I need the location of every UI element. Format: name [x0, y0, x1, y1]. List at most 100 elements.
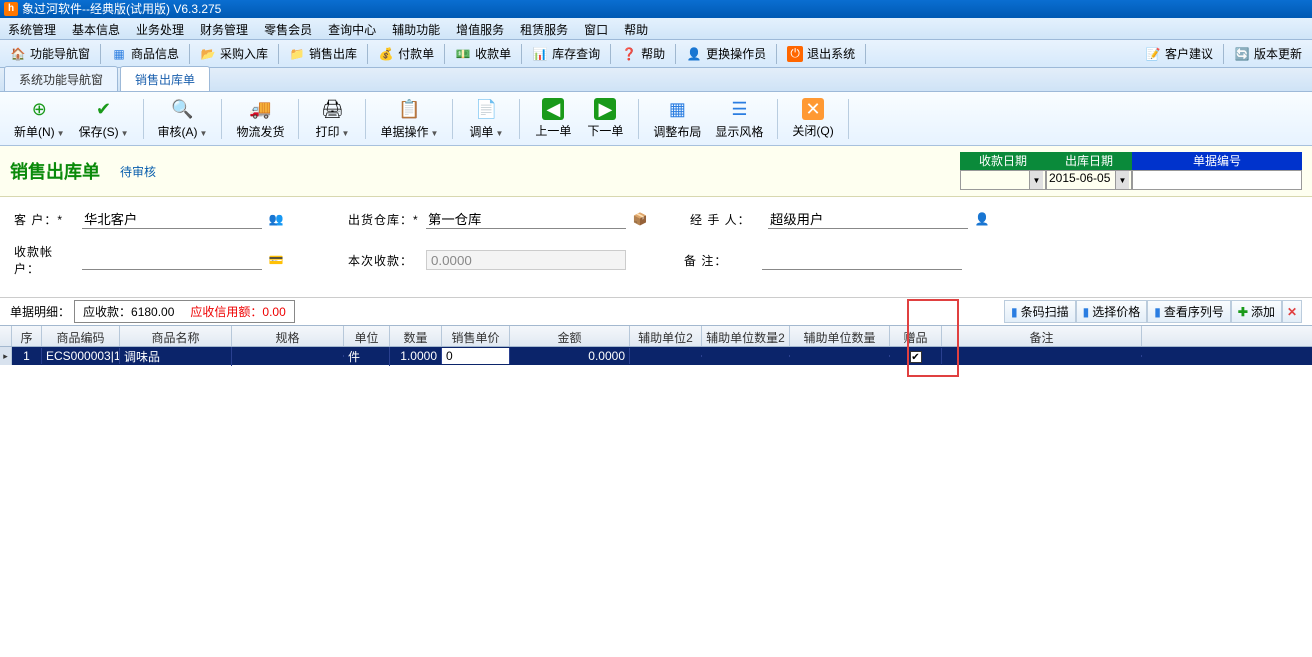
menu-window[interactable]: 窗口: [576, 18, 616, 39]
update-button[interactable]: 🔄 版本更新: [1228, 43, 1308, 64]
ship-button[interactable]: 🚚 物流发货: [230, 95, 290, 143]
col-amount[interactable]: 金额: [510, 326, 630, 346]
col-gift[interactable]: 赠品: [890, 326, 942, 346]
print-button[interactable]: 🖨 打印▼: [307, 95, 357, 143]
cell-remark[interactable]: [942, 355, 1142, 357]
col-spec[interactable]: 规格: [232, 326, 344, 346]
next-bill-button[interactable]: ▶ 下一单: [580, 95, 630, 143]
cell-unit[interactable]: 件: [344, 347, 390, 366]
detail-bar: 单据明细： 应收款：6180.00 应收信用额：0.00 ▮ 条码扫描 ▮ 选择…: [0, 297, 1312, 325]
goods-info-button[interactable]: ▦ 商品信息: [105, 43, 185, 64]
remark-input[interactable]: [762, 250, 962, 270]
tab-sales-out[interactable]: 销售出库单: [120, 66, 210, 91]
col-seq[interactable]: 序号: [12, 326, 42, 346]
warehouse-picker-icon[interactable]: 📦: [632, 211, 648, 227]
menu-finance[interactable]: 财务管理: [192, 18, 256, 39]
price-icon: ▮: [1083, 305, 1090, 319]
dropdown-button[interactable]: ▼: [1029, 171, 1043, 189]
separator: [452, 99, 453, 139]
menu-retail[interactable]: 零售会员: [256, 18, 320, 39]
col-auxqty2[interactable]: 辅助单位数量2: [702, 326, 790, 346]
warehouse-input[interactable]: [426, 209, 626, 229]
customer-input[interactable]: [82, 209, 262, 229]
list-icon: ▮: [1154, 305, 1161, 319]
amount-box: 应收款：6180.00 应收信用额：0.00: [74, 300, 295, 323]
cell-amount[interactable]: 0.0000: [510, 348, 630, 364]
switch-user-button[interactable]: 👤 更换操作员: [680, 43, 772, 64]
help-button[interactable]: ❓ 帮助: [615, 43, 671, 64]
col-unit[interactable]: 单位: [344, 326, 390, 346]
barcode-scan-button[interactable]: ▮ 条码扫描: [1004, 300, 1076, 323]
save-label: 保存(S): [79, 125, 119, 139]
view-serial-button[interactable]: ▮ 查看序列号: [1147, 300, 1231, 323]
billno-input[interactable]: [1132, 170, 1302, 190]
payment-button[interactable]: 💰 付款单: [372, 43, 440, 64]
inventory-button[interactable]: 📊 库存查询: [526, 43, 606, 64]
suggest-button[interactable]: 📝 客户建议: [1139, 43, 1219, 64]
billop-button[interactable]: 📋 单据操作▼: [374, 95, 444, 143]
save-button[interactable]: ✔ 保存(S)▼: [73, 95, 135, 143]
separator: [143, 99, 144, 139]
chevron-down-icon: ▼: [121, 129, 129, 138]
exit-button[interactable]: ⏻ 退出系统: [781, 43, 861, 64]
folder-in-icon: 📂: [200, 46, 216, 62]
cell-auxqty2[interactable]: [702, 355, 790, 357]
close-button[interactable]: ✕ 关闭(Q): [786, 95, 839, 143]
style-button[interactable]: ☰ 显示风格: [709, 95, 769, 143]
menu-basic[interactable]: 基本信息: [64, 18, 128, 39]
separator: [638, 99, 639, 139]
thisreceipt-input[interactable]: [426, 250, 626, 270]
col-code[interactable]: 商品编码: [42, 326, 120, 346]
col-name[interactable]: 商品名称: [120, 326, 232, 346]
form-area: 客 户：* 👥 出货仓库：* 📦 经 手 人： 👤 收款帐户： 💳 本次收款： …: [0, 197, 1312, 297]
row-handle[interactable]: ▸: [0, 347, 12, 365]
document-icon: 📋: [397, 97, 421, 121]
transfer-button[interactable]: 📄 调单▼: [461, 95, 511, 143]
cell-name[interactable]: 调味品: [120, 347, 232, 366]
menu-aux[interactable]: 辅助功能: [384, 18, 448, 39]
separator: [444, 44, 445, 64]
sales-button[interactable]: 📁 销售出库: [283, 43, 363, 64]
cell-spec[interactable]: [232, 355, 344, 357]
select-price-button[interactable]: ▮ 选择价格: [1076, 300, 1148, 323]
table-row[interactable]: ▸ 1 ECS000003|1 调味品 件 1.0000 0 0.0000 ✔: [0, 347, 1312, 365]
col-qty[interactable]: 数量: [390, 326, 442, 346]
document-header: 销售出库单 待审核 收款日期 ▼ 出库日期 2015-06-05 ▼ 单据编号: [0, 146, 1312, 197]
handler-input[interactable]: [768, 209, 968, 229]
menu-query[interactable]: 查询中心: [320, 18, 384, 39]
receipt-button[interactable]: 💵 收款单: [449, 43, 517, 64]
tab-nav-window[interactable]: 系统功能导航窗: [4, 66, 118, 91]
account-picker-icon[interactable]: 💳: [268, 252, 284, 268]
delete-button[interactable]: ✕: [1282, 300, 1302, 323]
account-input[interactable]: [82, 250, 262, 270]
user-picker-icon[interactable]: 👤: [974, 211, 990, 227]
col-price[interactable]: 销售单价: [442, 326, 510, 346]
gift-checkbox[interactable]: ✔: [910, 351, 922, 363]
menu-system[interactable]: 系统管理: [0, 18, 64, 39]
cell-aux2[interactable]: [630, 355, 702, 357]
cell-gift[interactable]: ✔: [890, 348, 942, 365]
cell-auxqty[interactable]: [790, 355, 890, 357]
customer-picker-icon[interactable]: 👥: [268, 211, 284, 227]
new-bill-button[interactable]: ⊕ 新单(N)▼: [8, 95, 71, 143]
receipt-date-input[interactable]: ▼: [960, 170, 1046, 190]
audit-button[interactable]: 🔍 审核(A)▼: [152, 95, 214, 143]
out-date-input[interactable]: 2015-06-05 ▼: [1046, 170, 1132, 190]
col-remark[interactable]: 备注: [942, 326, 1142, 346]
nav-window-button[interactable]: 🏠 功能导航窗: [4, 43, 96, 64]
audit-label: 审核(A): [158, 125, 198, 139]
col-auxqty[interactable]: 辅助单位数量: [790, 326, 890, 346]
cell-code[interactable]: ECS000003|1: [42, 348, 120, 364]
menu-business[interactable]: 业务处理: [128, 18, 192, 39]
cell-qty[interactable]: 1.0000: [390, 348, 442, 364]
cell-price[interactable]: 0: [442, 348, 510, 364]
add-button[interactable]: ✚ 添加: [1231, 300, 1282, 323]
layout-button[interactable]: ▦ 调整布局: [647, 95, 707, 143]
prev-bill-button[interactable]: ◀ 上一单: [528, 95, 578, 143]
col-aux2[interactable]: 辅助单位2: [630, 326, 702, 346]
menu-lease[interactable]: 租赁服务: [512, 18, 576, 39]
dropdown-button[interactable]: ▼: [1115, 171, 1129, 189]
menu-valueadd[interactable]: 增值服务: [448, 18, 512, 39]
purchase-button[interactable]: 📂 采购入库: [194, 43, 274, 64]
menu-help[interactable]: 帮助: [616, 18, 656, 39]
